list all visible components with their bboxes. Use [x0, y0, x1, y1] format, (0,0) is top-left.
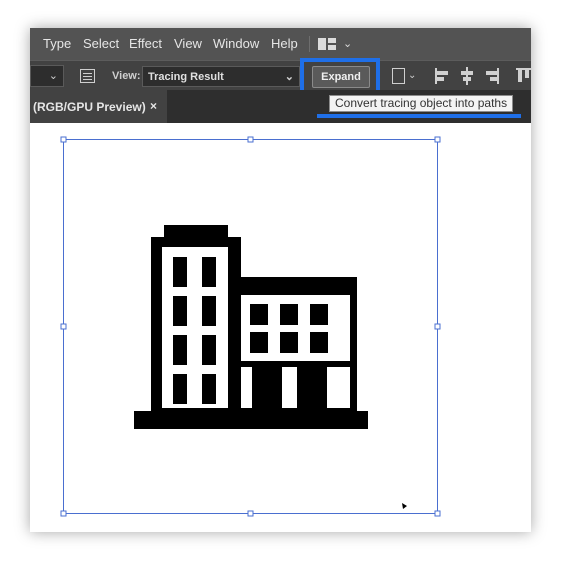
tooltip-highlight-bar — [317, 114, 521, 118]
artboard-svg — [60, 136, 441, 517]
expand-tooltip: Convert tracing object into paths — [329, 95, 514, 112]
expand-button[interactable]: Expand — [312, 66, 370, 88]
document-tab[interactable]: (RGB/GPU Preview) × — [30, 90, 167, 123]
menu-effect[interactable]: Effect — [129, 36, 162, 51]
menu-window[interactable]: Window — [213, 36, 259, 51]
close-icon[interactable]: × — [150, 99, 157, 113]
workspace-switcher-icon[interactable] — [318, 38, 336, 50]
menu-view[interactable]: View — [174, 36, 202, 51]
align-horizontal-center-icon[interactable] — [458, 66, 476, 86]
preset-dropdown[interactable]: ⌄ — [30, 65, 64, 87]
cursor-icon — [402, 503, 407, 509]
view-select-value: Tracing Result — [148, 71, 224, 83]
menu-select[interactable]: Select — [83, 36, 119, 51]
document-tab-label: (RGB/GPU Preview) — [33, 100, 146, 114]
control-bar: ⌄ View: Tracing Result ⌄ — [30, 60, 531, 91]
menu-help[interactable]: Help — [271, 36, 298, 51]
tracing-options-icon[interactable] — [80, 69, 95, 83]
menu-separator — [309, 36, 310, 52]
illustrator-window: Type Select Effect View Window Help ⌄ ⌄ … — [30, 28, 531, 532]
chevron-down-icon: ⌄ — [284, 71, 294, 83]
menu-type[interactable]: Type — [43, 36, 71, 51]
view-label: View: — [112, 70, 141, 82]
align-top-icon[interactable] — [515, 66, 531, 86]
chevron-down-icon[interactable]: ⌄ — [343, 37, 352, 50]
document-setup-icon[interactable] — [392, 68, 405, 84]
align-right-icon[interactable] — [483, 66, 501, 86]
menu-bar: Type Select Effect View Window Help ⌄ — [30, 28, 531, 60]
chevron-down-icon: ⌄ — [48, 70, 58, 82]
chevron-down-icon[interactable]: ⌄ — [408, 70, 416, 81]
view-select[interactable]: Tracing Result ⌄ — [142, 66, 300, 87]
artboard-canvas[interactable] — [30, 123, 531, 532]
align-left-icon[interactable] — [433, 66, 451, 86]
